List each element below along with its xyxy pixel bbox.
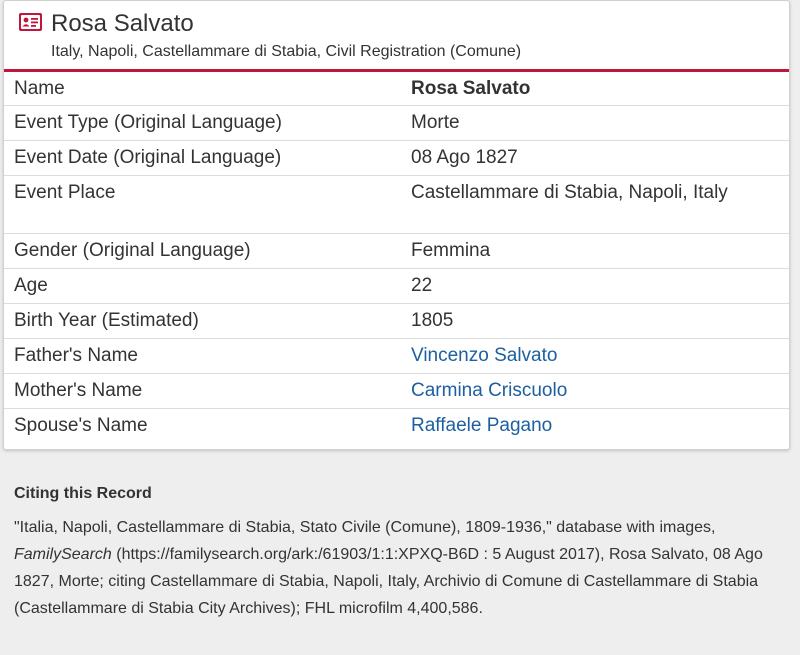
citation-text: "Italia, Napoli, Castellammare di Stabia… (14, 514, 796, 622)
row-label: Name (14, 78, 65, 99)
record-collection: Italy, Napoli, Castellammare di Stabia, … (51, 43, 522, 60)
table-row-gender: Gender (Original Language) Femmina (4, 234, 789, 269)
table-row-father: Father's Name Vincenzo Salvato (4, 339, 789, 374)
row-value: Rosa Salvato (411, 78, 531, 99)
row-label: Event Date (Original Language) (14, 147, 282, 168)
row-value: Castellammare di Stabia, Napoli, Italy (411, 182, 728, 203)
table-row-spouse: Spouse's Name Raffaele Pagano (4, 409, 789, 444)
row-label: Mother's Name (14, 380, 143, 401)
record-card-icon (19, 13, 42, 31)
table-row-age: Age 22 (4, 269, 789, 304)
table-row-event-type: Event Type (Original Language) Morte (4, 106, 789, 141)
mother-name-link[interactable]: Carmina Criscuolo (411, 380, 567, 401)
row-value: 1805 (411, 310, 454, 331)
table-row-mother: Mother's Name Carmina Criscuolo (4, 374, 789, 409)
row-value: Morte (411, 112, 460, 133)
spouse-name-link[interactable]: Raffaele Pagano (411, 415, 552, 436)
table-row-event-place: Event Place Castellammare di Stabia, Nap… (4, 176, 789, 234)
row-value: Carmina Criscuolo (401, 374, 789, 408)
table-row-birth-year: Birth Year (Estimated) 1805 (4, 304, 789, 339)
row-label: Event Type (Original Language) (14, 112, 282, 133)
row-value: Femmina (411, 240, 491, 261)
row-label: Birth Year (Estimated) (14, 310, 199, 331)
table-row-event-date: Event Date (Original Language) 08 Ago 18… (4, 141, 789, 176)
record-card: Rosa Salvato Italy, Napoli, Castellammar… (3, 0, 790, 450)
row-value: 22 (411, 275, 433, 296)
record-title: Rosa Salvato (51, 10, 194, 37)
citation-text-start: "Italia, Napoli, Castellammare di Stabia… (14, 519, 716, 536)
citation-heading: Citing this Record (14, 485, 152, 502)
row-value: 08 Ago 1827 (411, 147, 518, 168)
record-details-table: Name Rosa Salvato Event Type (Original L… (4, 72, 789, 444)
record-header: Rosa Salvato Italy, Napoli, Castellammar… (4, 1, 789, 69)
row-label: Spouse's Name (14, 415, 148, 436)
row-label: Gender (Original Language) (14, 240, 251, 261)
row-label: Event Place (14, 182, 116, 203)
row-label: Age (14, 275, 48, 296)
citation-source: FamilySearch (14, 546, 112, 563)
row-label: Father's Name (14, 345, 139, 366)
row-value: Vincenzo Salvato (401, 339, 789, 373)
row-value: Raffaele Pagano (401, 409, 789, 444)
table-row-name: Name Rosa Salvato (4, 72, 789, 106)
father-name-link[interactable]: Vincenzo Salvato (411, 345, 557, 366)
citation-text-end: (https://familysearch.org/ark:/61903/1:1… (14, 546, 763, 617)
